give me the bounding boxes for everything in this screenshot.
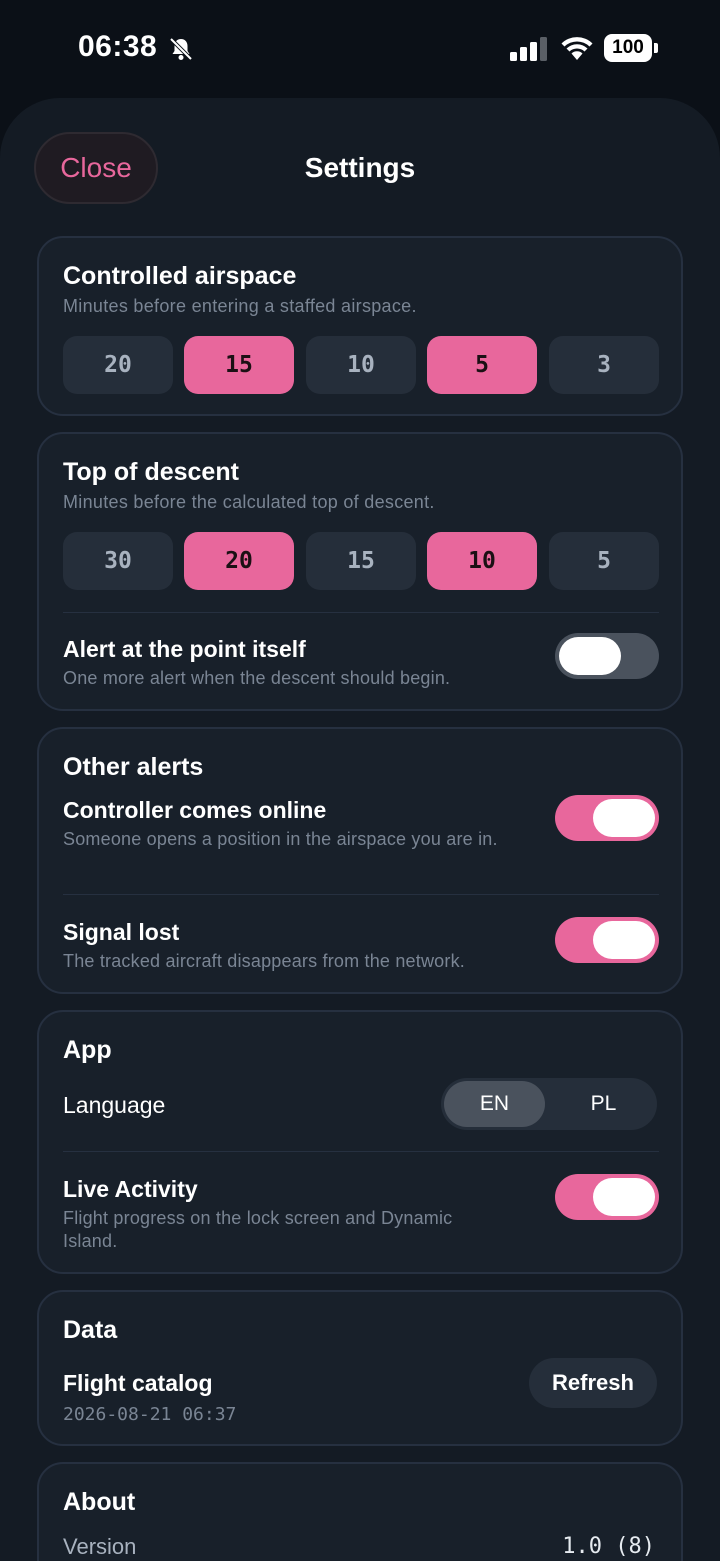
card-title: App (63, 1036, 112, 1064)
battery-icon: 100 (604, 34, 658, 62)
battery-level: 100 (604, 34, 652, 62)
airspace-option-chip[interactable]: 20 (63, 336, 173, 394)
card-subtitle: Minutes before the calculated top of des… (63, 492, 435, 512)
status-time: 06:38 (78, 30, 158, 63)
controller-online-toggle[interactable] (555, 795, 659, 841)
refresh-button[interactable]: Refresh (529, 1358, 657, 1408)
signal-lost-subtitle: The tracked aircraft disappears from the… (63, 951, 465, 971)
divider (63, 612, 659, 613)
descent-option-chip[interactable]: 30 (63, 532, 173, 590)
about-card: About Version 1.0 (8) (37, 1462, 683, 1561)
airspace-option-chip[interactable]: 10 (306, 336, 416, 394)
alert-point-subtitle: One more alert when the descent should b… (63, 668, 451, 688)
airspace-option-chip[interactable]: 15 (184, 336, 294, 394)
divider (63, 1151, 659, 1152)
card-subtitle: Minutes before entering a staffed airspa… (63, 296, 417, 316)
status-bar: 06:38 100 (0, 0, 720, 96)
version-value: 1.0 (8) (562, 1534, 655, 1559)
data-card: Data Flight catalog 2026-08-21 06:37 Ref… (37, 1290, 683, 1446)
app-card: App Language EN PL Live Activity Flight … (37, 1010, 683, 1274)
language-option-pl[interactable]: PL (553, 1081, 654, 1127)
descent-option-chip[interactable]: 10 (427, 532, 537, 590)
descent-minutes-options: 30 20 15 10 5 (63, 532, 659, 590)
airspace-option-chip[interactable]: 5 (427, 336, 537, 394)
live-activity-title: Live Activity (63, 1176, 198, 1202)
battery-tip (654, 43, 658, 53)
card-title: Data (63, 1316, 118, 1344)
controlled-airspace-card: Controlled airspace Minutes before enter… (37, 236, 683, 416)
divider (63, 894, 659, 895)
controller-online-title: Controller comes online (63, 797, 327, 823)
flight-catalog-timestamp: 2026-08-21 06:37 (63, 1404, 237, 1425)
other-alerts-card: Other alerts Controller comes online Som… (37, 727, 683, 994)
flight-catalog-title: Flight catalog (63, 1370, 213, 1396)
toggle-knob (559, 637, 621, 675)
language-option-en[interactable]: EN (444, 1081, 545, 1127)
live-activity-subtitle: Flight progress on the lock screen and D… (63, 1208, 453, 1251)
card-title: Other alerts (63, 753, 204, 781)
descent-option-chip[interactable]: 5 (549, 532, 659, 590)
wifi-icon (561, 37, 593, 60)
airspace-option-chip[interactable]: 3 (549, 336, 659, 394)
descent-option-chip[interactable]: 15 (306, 532, 416, 590)
cellular-signal-icon (510, 37, 547, 61)
live-activity-toggle[interactable] (555, 1174, 659, 1220)
language-selector: EN PL (441, 1078, 657, 1130)
card-title: Controlled airspace (63, 262, 297, 290)
toggle-knob (593, 921, 655, 959)
card-title: Top of descent (63, 458, 239, 486)
bell-muted-icon (169, 37, 193, 61)
settings-screen: 06:38 100 Close Settings Controlled airs… (0, 0, 720, 1561)
airspace-minutes-options: 20 15 10 5 3 (63, 336, 659, 394)
top-of-descent-card: Top of descent Minutes before the calcul… (37, 432, 683, 711)
toggle-knob (593, 1178, 655, 1216)
version-label: Version (63, 1534, 137, 1559)
signal-lost-title: Signal lost (63, 919, 180, 945)
toggle-knob (593, 799, 655, 837)
descent-option-chip[interactable]: 20 (184, 532, 294, 590)
controller-online-subtitle: Someone opens a position in the airspace… (63, 829, 498, 849)
page-title: Settings (304, 152, 416, 183)
card-title: About (63, 1488, 136, 1516)
settings-sheet: Close Settings Controlled airspace Minut… (0, 98, 720, 1561)
alert-point-toggle[interactable] (555, 633, 659, 679)
language-label: Language (63, 1092, 166, 1118)
alert-point-title: Alert at the point itself (63, 636, 306, 662)
signal-lost-toggle[interactable] (555, 917, 659, 963)
